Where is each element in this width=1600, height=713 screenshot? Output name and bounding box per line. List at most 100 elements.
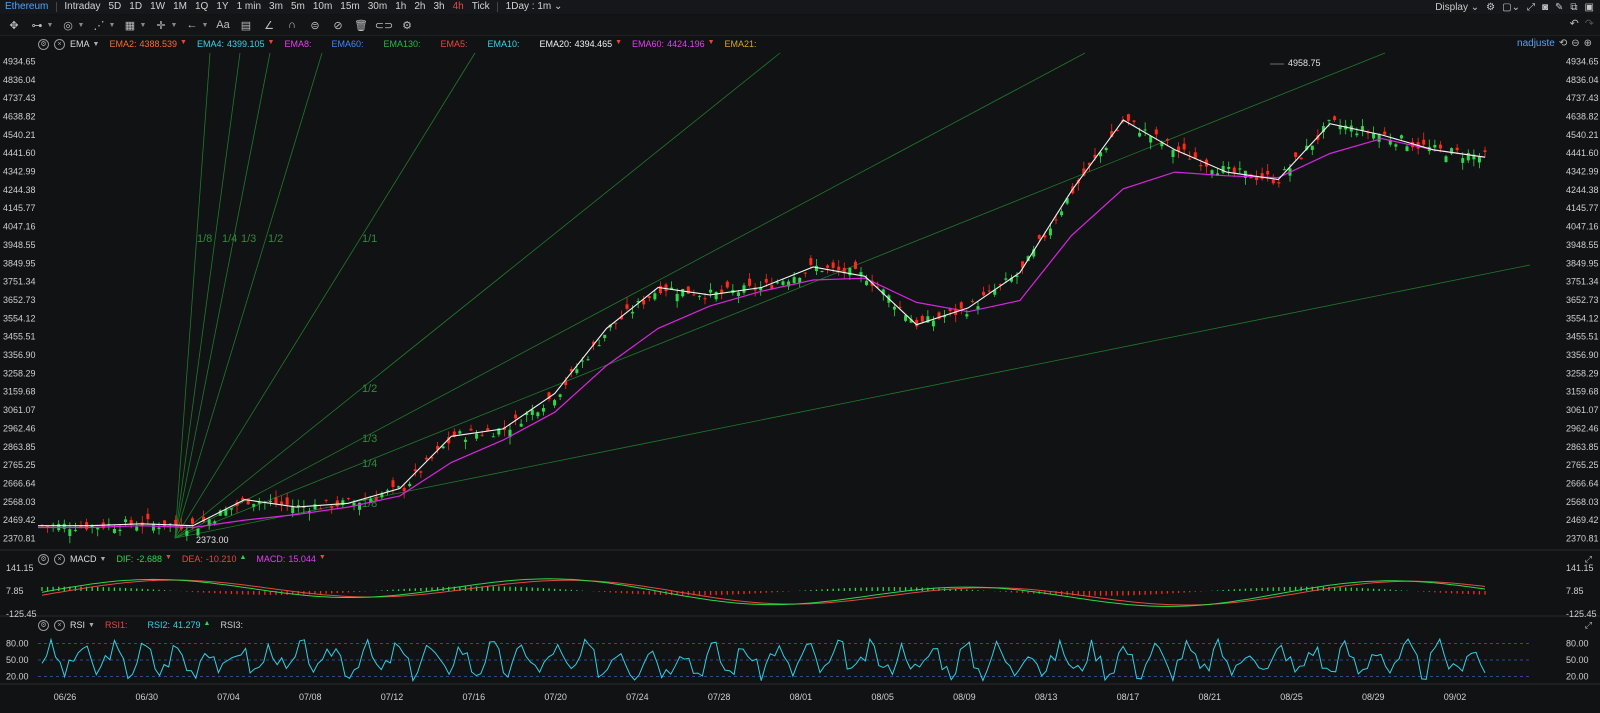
candle-body: [319, 508, 323, 510]
price-axis-label-left: 4836.04: [3, 75, 36, 85]
candle-body: [391, 480, 395, 487]
candle-body: [541, 408, 545, 412]
candle-body: [1199, 165, 1203, 167]
price-axis-label-right: 3849.95: [1566, 258, 1599, 268]
candle-body: [146, 513, 150, 520]
candle-body: [915, 319, 919, 327]
candle-body: [764, 278, 768, 283]
price-axis-label-right: 2666.64: [1566, 478, 1599, 488]
candle-body: [408, 483, 412, 487]
candle-body: [664, 284, 668, 292]
price-axis-label-left: 2469.42: [3, 515, 36, 525]
candle-body: [675, 293, 679, 302]
candle-body: [631, 311, 635, 314]
date-axis-label: 07/04: [217, 692, 240, 702]
fan-line: [174, 52, 241, 539]
candle-body: [530, 409, 534, 415]
candle-body: [920, 316, 924, 322]
candle-body: [1377, 134, 1381, 142]
candle-body: [185, 530, 189, 536]
candle-body: [68, 529, 72, 536]
fan-line: [174, 264, 1531, 539]
candle-body: [831, 262, 835, 268]
candle-body: [118, 529, 122, 532]
candle-body: [324, 499, 328, 501]
price-axis-label-left: 3554.12: [3, 313, 36, 323]
candle-body: [714, 292, 718, 300]
candle-body: [892, 306, 896, 310]
candle-body: [157, 527, 161, 530]
candle-body: [280, 501, 284, 505]
price-chart[interactable]: 4934.65 4934.65 4836.04 4836.04 4737.43 4737.…: [0, 0, 1600, 713]
price-axis-label-left: 4145.77: [3, 203, 36, 213]
candle-body: [1399, 135, 1403, 139]
price-axis-label-left: 3159.68: [3, 387, 36, 397]
candle-body: [614, 322, 618, 324]
candle-body: [703, 298, 707, 300]
candle-body: [681, 288, 685, 297]
price-axis-label-right: 3751.34: [1566, 277, 1599, 287]
candle-body: [1037, 234, 1041, 239]
price-axis-label-left: 4342.99: [3, 167, 36, 177]
candle-body: [742, 285, 746, 293]
candle-body: [491, 436, 495, 438]
rsi-axis-label-right: 50.00: [1566, 655, 1589, 665]
candle-body: [1143, 129, 1147, 131]
candle-body: [1444, 156, 1448, 163]
candle-body: [603, 334, 607, 339]
price-axis-label-left: 3751.34: [3, 277, 36, 287]
candle-body: [229, 508, 233, 510]
price-axis-label-right: 4441.60: [1566, 148, 1599, 158]
candle-body: [341, 500, 345, 506]
candle-body: [865, 280, 869, 286]
candle-body: [274, 497, 278, 505]
candle-body: [653, 293, 657, 300]
candle-body: [820, 271, 824, 273]
price-axis-label-right: 2469.42: [1566, 515, 1599, 525]
candle-body: [112, 528, 116, 534]
candle-body: [1433, 144, 1437, 148]
candle-body: [586, 359, 590, 361]
date-axis-label: 07/20: [544, 692, 567, 702]
price-axis-label-right: 3554.12: [1566, 313, 1599, 323]
candle-body: [1277, 182, 1281, 184]
price-axis-label-left: 4047.16: [3, 222, 36, 232]
dea-line: [41, 579, 1486, 606]
date-axis-label: 08/29: [1362, 692, 1385, 702]
candle-body: [1126, 114, 1130, 121]
candle-body: [291, 506, 295, 514]
macd-axis-label-left: -125.45: [6, 609, 37, 619]
date-axis-label: 08/05: [871, 692, 894, 702]
price-axis-label-right: 3356.90: [1566, 350, 1599, 360]
macd-axis-label-left: 7.85: [6, 586, 24, 596]
candle-body: [1383, 131, 1387, 135]
date-axis-label: 08/25: [1280, 692, 1303, 702]
price-axis-label-left: 2962.46: [3, 423, 36, 433]
price-axis-label-left: 4934.65: [3, 56, 36, 66]
candle-body: [402, 487, 406, 492]
candle-body: [124, 519, 128, 523]
candle-body: [1132, 120, 1136, 122]
candle-body: [486, 428, 490, 431]
candle-body: [697, 295, 701, 297]
candle-body: [982, 291, 986, 296]
date-axis-label: 07/16: [463, 692, 486, 702]
price-axis-label-right: 2765.25: [1566, 460, 1599, 470]
candle-body: [1327, 119, 1331, 121]
candle-body: [1461, 158, 1465, 163]
candle-body: [558, 394, 562, 397]
rsi-axis-label-right: 20.00: [1566, 672, 1589, 682]
candle-body: [374, 496, 378, 501]
rsi-axis-label-right: 80.00: [1566, 639, 1589, 649]
candle-body: [424, 457, 428, 460]
candle-body: [792, 277, 796, 283]
price-axis-label-left: 2568.03: [3, 497, 36, 507]
date-axis-label: 08/17: [1117, 692, 1140, 702]
candle-body: [725, 281, 729, 288]
candle-body: [965, 314, 969, 317]
candle-body: [213, 521, 217, 524]
price-axis-label-right: 3159.68: [1566, 387, 1599, 397]
fan-label: 1/2: [362, 383, 377, 395]
candle-body: [413, 469, 417, 472]
candle-body: [625, 304, 629, 309]
